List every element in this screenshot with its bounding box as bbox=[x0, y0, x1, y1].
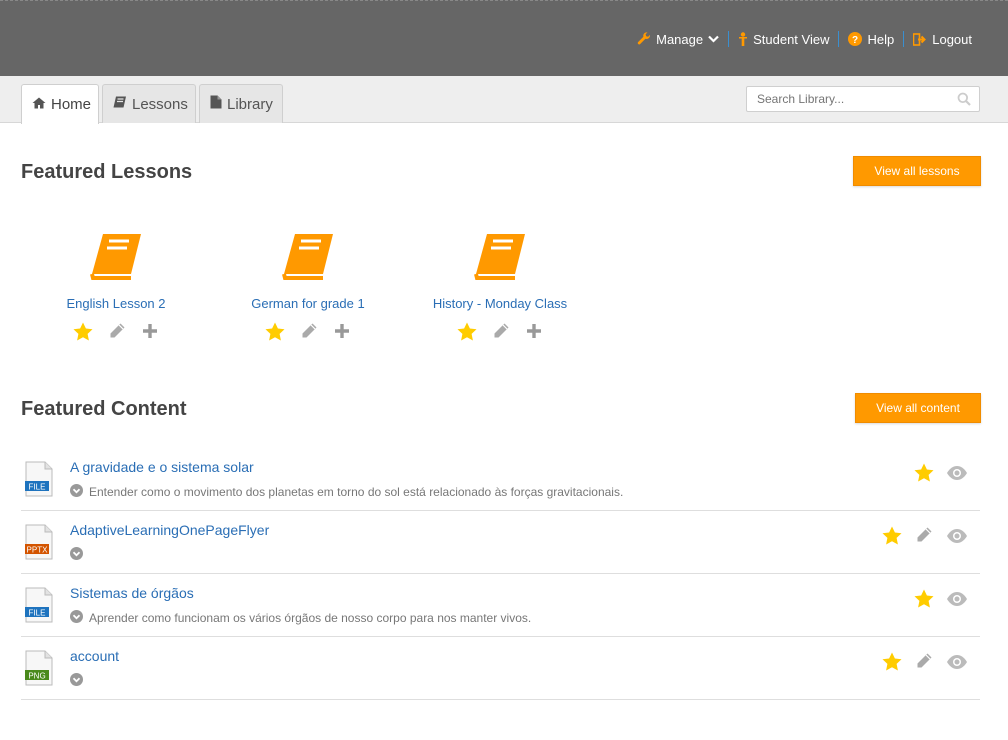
svg-text:?: ? bbox=[852, 35, 858, 46]
plus-icon[interactable] bbox=[333, 322, 351, 346]
tabs-bar: Home Lessons Library bbox=[0, 76, 1008, 124]
content-description: Entender como o movimento dos planetas e… bbox=[70, 484, 623, 500]
file-type-label: FILE bbox=[29, 608, 46, 617]
pencil-icon[interactable] bbox=[107, 322, 127, 346]
star-icon[interactable] bbox=[914, 589, 934, 613]
pencil-icon[interactable] bbox=[491, 322, 511, 346]
content-description: Aprender como funcionam os vários órgãos… bbox=[70, 610, 531, 626]
content-description bbox=[70, 673, 89, 689]
content-row: PNG account bbox=[21, 637, 980, 700]
tab-lessons[interactable]: Lessons bbox=[102, 84, 196, 123]
star-icon[interactable] bbox=[882, 652, 902, 676]
star-icon[interactable] bbox=[882, 526, 902, 550]
chevron-down-circle-icon[interactable] bbox=[70, 610, 83, 626]
search-icon[interactable] bbox=[957, 92, 971, 111]
file-type-icon: PPTX bbox=[25, 524, 53, 565]
content-row: FILE Sistemas de órgãos Aprender como fu… bbox=[21, 574, 980, 637]
pencil-icon[interactable] bbox=[914, 526, 934, 550]
help-link[interactable]: ? Help bbox=[848, 32, 894, 47]
top-bar: Manage Student View ? Help Logout bbox=[0, 0, 1008, 76]
chevron-down-circle-icon[interactable] bbox=[70, 547, 83, 563]
star-icon[interactable] bbox=[265, 322, 285, 346]
pencil-icon[interactable] bbox=[914, 652, 934, 676]
featured-content-title: Featured Content bbox=[21, 398, 187, 420]
file-type-icon: FILE bbox=[25, 461, 53, 502]
chevron-down-circle-icon[interactable] bbox=[70, 484, 83, 500]
file-type-label: PNG bbox=[28, 671, 45, 680]
nav-divider bbox=[728, 31, 730, 47]
search-box bbox=[746, 86, 980, 112]
home-icon bbox=[32, 96, 46, 113]
top-nav: Manage Student View ? Help Logout bbox=[637, 31, 972, 47]
logout-icon bbox=[913, 32, 927, 46]
lesson-card: English Lesson 2 bbox=[31, 230, 201, 346]
search-input[interactable] bbox=[747, 87, 952, 111]
tab-home[interactable]: Home bbox=[21, 84, 99, 124]
lesson-title[interactable]: English Lesson 2 bbox=[31, 296, 201, 311]
manage-menu[interactable]: Manage bbox=[637, 32, 719, 47]
lesson-card: German for grade 1 bbox=[223, 230, 393, 346]
wrench-icon bbox=[637, 32, 651, 46]
plus-icon[interactable] bbox=[525, 322, 543, 346]
book-icon bbox=[113, 96, 127, 113]
lesson-card: History - Monday Class bbox=[415, 230, 585, 346]
eye-icon[interactable] bbox=[946, 654, 968, 675]
eye-icon[interactable] bbox=[946, 465, 968, 486]
manage-label: Manage bbox=[656, 31, 704, 47]
content-title[interactable]: Sistemas de órgãos bbox=[70, 585, 194, 601]
logout-link[interactable]: Logout bbox=[913, 32, 972, 47]
lesson-actions bbox=[223, 322, 393, 346]
view-all-lessons-button[interactable]: View all lessons bbox=[853, 156, 981, 186]
content-row: PPTX AdaptiveLearningOnePageFlyer bbox=[21, 511, 980, 574]
content-actions bbox=[914, 463, 968, 487]
plus-icon[interactable] bbox=[141, 322, 159, 346]
featured-lessons-title: Featured Lessons bbox=[21, 161, 193, 183]
tab-home-label: Home bbox=[51, 96, 92, 113]
chevron-down-icon bbox=[708, 35, 719, 43]
content-title[interactable]: AdaptiveLearningOnePageFlyer bbox=[70, 522, 269, 538]
student-icon bbox=[738, 32, 748, 46]
logout-label: Logout bbox=[932, 31, 972, 47]
tab-library[interactable]: Library bbox=[199, 84, 283, 123]
eye-icon[interactable] bbox=[946, 591, 968, 612]
book-icon[interactable] bbox=[89, 230, 143, 282]
content-actions bbox=[914, 589, 968, 613]
chevron-down-circle-icon[interactable] bbox=[70, 673, 83, 689]
content-title[interactable]: account bbox=[70, 648, 119, 664]
content-actions bbox=[882, 652, 968, 676]
tab-lessons-label: Lessons bbox=[132, 95, 188, 113]
lesson-actions bbox=[31, 322, 201, 346]
student-view-label: Student View bbox=[753, 31, 830, 47]
content-description-text: Entender como o movimento dos planetas e… bbox=[89, 485, 624, 499]
file-type-label: FILE bbox=[29, 482, 46, 491]
eye-icon[interactable] bbox=[946, 528, 968, 549]
view-all-content-button[interactable]: View all content bbox=[855, 393, 981, 423]
help-icon: ? bbox=[848, 32, 863, 46]
nav-divider bbox=[838, 31, 840, 47]
star-icon[interactable] bbox=[73, 322, 93, 346]
book-icon[interactable] bbox=[281, 230, 335, 282]
nav-divider bbox=[903, 31, 905, 47]
content-description-text: Aprender como funcionam os vários órgãos… bbox=[89, 611, 532, 625]
help-label: Help bbox=[867, 31, 895, 47]
content-actions bbox=[882, 526, 968, 550]
content-description bbox=[70, 547, 89, 563]
star-icon[interactable] bbox=[914, 463, 934, 487]
lesson-title[interactable]: German for grade 1 bbox=[223, 296, 393, 311]
lesson-actions bbox=[415, 322, 585, 346]
star-icon[interactable] bbox=[457, 322, 477, 346]
lesson-title[interactable]: History - Monday Class bbox=[415, 296, 585, 311]
file-type-icon: PNG bbox=[25, 650, 53, 691]
file-type-icon: FILE bbox=[25, 587, 53, 628]
content-title[interactable]: A gravidade e o sistema solar bbox=[70, 459, 254, 475]
pencil-icon[interactable] bbox=[299, 322, 319, 346]
student-view-link[interactable]: Student View bbox=[738, 32, 829, 47]
file-type-label: PPTX bbox=[27, 545, 49, 554]
book-icon[interactable] bbox=[473, 230, 527, 282]
content-row: FILE A gravidade e o sistema solar Enten… bbox=[21, 448, 980, 511]
tab-library-label: Library bbox=[227, 95, 273, 113]
document-icon bbox=[210, 95, 222, 113]
